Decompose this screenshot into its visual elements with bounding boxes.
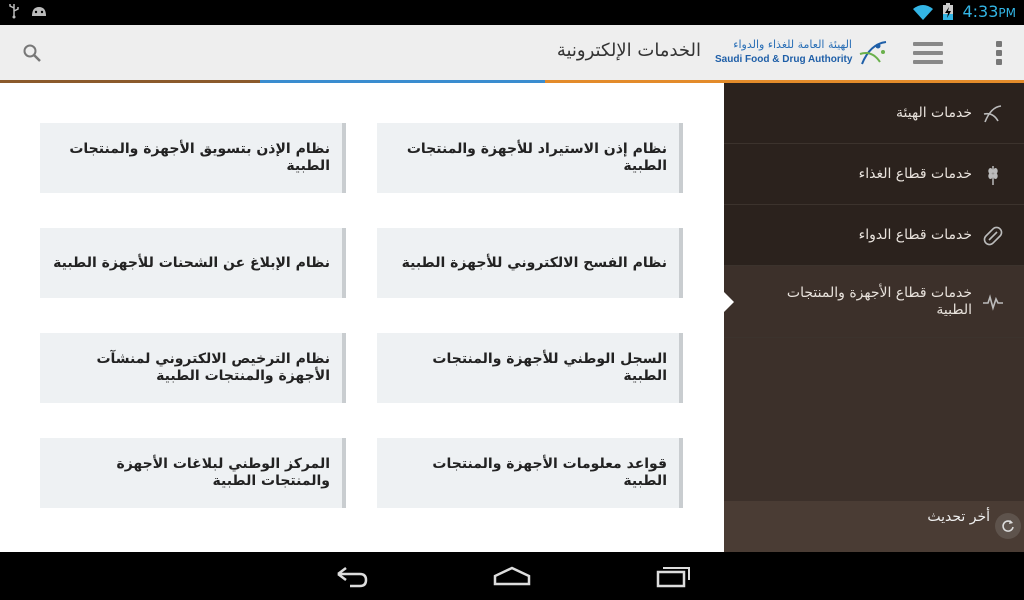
navigation-drawer: خدمات الهيئة خدمات قطاع الغذاء خدمات قطا… — [724, 83, 1024, 552]
android-debug-icon — [32, 7, 46, 16]
drawer-item-label: خدمات قطاع الدواء — [858, 226, 972, 243]
usb-icon — [9, 4, 19, 19]
pill-icon — [983, 226, 1003, 246]
last-update-button[interactable]: أخر تحديث — [724, 501, 1024, 552]
sfda-emblem-icon — [859, 41, 887, 65]
service-card[interactable]: نظام الفسح الالكتروني للأجهزة الطبية — [377, 228, 683, 298]
sfda-logo-icon — [983, 105, 1002, 123]
drawer-item-label: خدمات قطاع الغذاء — [858, 165, 972, 182]
status-bar: 4:33PM — [0, 0, 1024, 25]
drawer-item-medical-devices-services[interactable]: خدمات قطاع الأجهزة والمنتجات الطبية — [724, 266, 1024, 338]
drawer-empty-area — [724, 338, 1024, 501]
wheat-icon — [988, 166, 998, 185]
home-icon[interactable] — [492, 562, 532, 590]
last-update-label: أخر تحديث — [927, 509, 990, 525]
action-bar: الهيئة العامة للغذاء والدواء Saudi Food … — [0, 25, 1024, 80]
status-time: 4:33PM — [962, 2, 1016, 21]
service-card[interactable]: نظام الإذن بتسويق الأجهزة والمنتجات الطب… — [40, 123, 346, 193]
selected-pointer — [724, 292, 734, 312]
search-icon[interactable] — [22, 43, 42, 63]
service-card[interactable]: المركز الوطني لبلاغات الأجهزة والمنتجات … — [40, 438, 346, 508]
services-grid: نظام إذن الاستيراد للأجهزة والمنتجات الط… — [0, 83, 724, 552]
service-card[interactable]: نظام إذن الاستيراد للأجهزة والمنتجات الط… — [377, 123, 683, 193]
logo-english-text: Saudi Food & Drug Authority — [715, 54, 853, 65]
drawer-item-label: خدمات قطاع الأجهزة والمنتجات الطبية — [786, 285, 972, 318]
recent-apps-icon[interactable] — [654, 562, 694, 590]
logo-arabic-text: الهيئة العامة للغذاء والدواء — [733, 38, 852, 51]
sfda-logo: الهيئة العامة للغذاء والدواء Saudi Food … — [715, 38, 890, 70]
refresh-icon[interactable] — [995, 513, 1021, 539]
system-nav-bar — [0, 552, 1024, 600]
drawer-item-drug-services[interactable]: خدمات قطاع الدواء — [724, 205, 1024, 266]
drawer-item-label: خدمات الهيئة — [896, 104, 972, 121]
service-card[interactable]: نظام الإبلاغ عن الشحنات للأجهزة الطبية — [40, 228, 346, 298]
drawer-item-food-services[interactable]: خدمات قطاع الغذاء — [724, 144, 1024, 205]
service-card[interactable]: السجل الوطني للأجهزة والمنتجات الطبية — [377, 333, 683, 403]
wifi-icon — [913, 4, 934, 20]
overflow-menu-icon[interactable] — [996, 41, 1002, 65]
service-card[interactable]: نظام الترخيص الالكتروني لمنشآت الأجهزة و… — [40, 333, 346, 403]
page-title: الخدمات الإلكترونية — [556, 40, 701, 61]
drawer-menu-icon[interactable] — [913, 42, 943, 64]
drawer-item-authority-services[interactable]: خدمات الهيئة — [724, 83, 1024, 144]
heartbeat-icon — [983, 294, 1003, 311]
service-card[interactable]: قواعد معلومات الأجهزة والمنتجات الطبية — [377, 438, 683, 508]
battery-charging-icon — [943, 2, 954, 20]
back-icon[interactable] — [330, 562, 370, 590]
